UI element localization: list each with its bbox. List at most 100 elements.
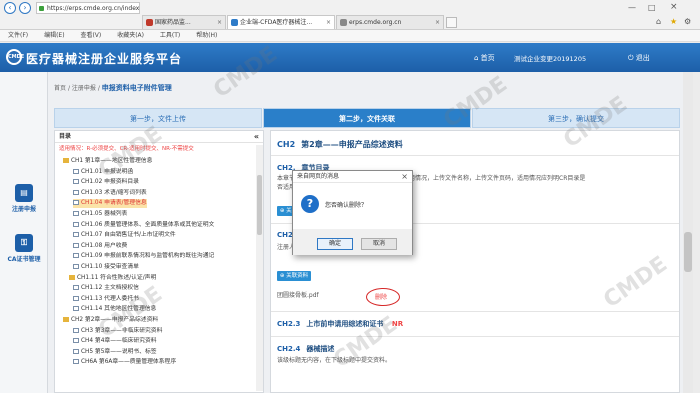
close-tab-icon[interactable]: ×: [435, 16, 440, 29]
page-scrollbar[interactable]: [683, 72, 693, 393]
breadcrumb-home[interactable]: 首页: [54, 85, 66, 92]
browser-tab-2[interactable]: 企业端-CFDA医疗器械注... ×: [227, 15, 335, 29]
menu-help[interactable]: 帮助(H): [196, 32, 217, 39]
minimize-icon[interactable]: —: [628, 3, 636, 12]
tab-step-link[interactable]: 第二步，文件关联: [263, 108, 471, 128]
directory-item[interactable]: CH1.09 申报前联系情况和与监管机构的既往沟通记: [73, 252, 214, 261]
close-tab-icon[interactable]: ×: [326, 16, 331, 29]
breadcrumb-register[interactable]: 注册申报: [72, 85, 96, 92]
tab-favicon-icon: [340, 19, 347, 26]
directory-item[interactable]: CH1.01 申报说明函: [73, 168, 133, 177]
directory-item[interactable]: CH1.03 术语/缩写词列表: [73, 189, 147, 198]
menu-edit[interactable]: 编辑(E): [44, 32, 64, 39]
back-icon[interactable]: ‹: [4, 2, 16, 14]
divider: [271, 336, 679, 337]
directory-scroll-thumb[interactable]: [257, 175, 262, 235]
sidebar-item-register[interactable]: ▤ 注册申报: [0, 184, 48, 213]
directory-item[interactable]: CH1.10 接受审查清单: [73, 263, 139, 272]
chapter-code: CH2: [277, 140, 296, 149]
directory-item[interactable]: CH1.12 主文档授权信: [73, 284, 139, 293]
divider: [271, 311, 679, 312]
current-user: 测试企业变更20191205: [514, 55, 587, 63]
sidebar-item-ca[interactable]: ⚿ CA证书管理: [0, 234, 48, 263]
address-bar[interactable]: https://erps.cmde.org.cn/index: [36, 2, 140, 14]
sidebar: ▤ 注册申报 ⚿ CA证书管理: [0, 72, 48, 393]
directory-item[interactable]: CH1.04 申请表/管理信息: [73, 199, 147, 209]
link-file-label: 关联资料: [286, 273, 309, 279]
delete-file-link[interactable]: 删除: [375, 292, 387, 301]
site-title: 医疗器械注册企业服务平台: [26, 52, 183, 66]
document-icon: [73, 327, 79, 333]
directory-item[interactable]: CH4 第4章——临床研究资料: [73, 337, 157, 346]
directory-item-label: CH1.10 接受审查清单: [81, 264, 139, 270]
close-window-icon[interactable]: ×: [670, 2, 678, 12]
collapse-icon[interactable]: «: [254, 131, 259, 143]
section-description: 该级标题无内容，在下级标题中提交资料。: [277, 357, 392, 364]
directory-item[interactable]: CH5 第5章——说明书、标签: [73, 348, 157, 357]
menu-tools[interactable]: 工具(T): [160, 32, 180, 39]
directory-item[interactable]: CH1.05 器械列表: [73, 210, 127, 219]
directory-item[interactable]: CH3 第3章——非临床研究资料: [73, 327, 162, 336]
divider: [271, 155, 679, 156]
folder-icon: [69, 274, 75, 280]
directory-item[interactable]: CH1.14 其他地区性管理信息: [73, 305, 156, 314]
header-home-link[interactable]: ⌂ 首页: [474, 53, 495, 63]
browser-tab-1[interactable]: 国家药品监... ×: [142, 15, 226, 29]
home-icon[interactable]: ⌂: [656, 17, 661, 26]
section-heading: CH2.3 上市前申请用综述和证书 NR: [277, 319, 403, 329]
logout-link[interactable]: ⏻ 退出: [628, 53, 650, 63]
link-file-button[interactable]: ⊕ 关联资料: [277, 271, 311, 281]
cmde-logo: CMDE: [6, 49, 24, 65]
menu-file[interactable]: 文件(F): [8, 32, 28, 39]
directory-item[interactable]: CH1.08 用户收费: [73, 242, 127, 251]
confirm-ok-button[interactable]: 确定: [317, 238, 353, 250]
menu-favorites[interactable]: 收藏夹(A): [117, 32, 144, 39]
favorites-icon[interactable]: ★: [670, 17, 677, 26]
section-code: CH2.3: [277, 320, 301, 328]
new-tab-button[interactable]: [446, 17, 457, 28]
linked-file-name[interactable]: 团圆接骨板.pdf: [277, 291, 319, 300]
directory-item-label: CH2 第2章——申报产品综述资料: [71, 317, 159, 323]
browser-tab-3[interactable]: erps.cmde.org.cn ×: [336, 15, 444, 29]
tab-step-upload[interactable]: 第一步，文件上传: [54, 108, 262, 128]
tab-step-submit[interactable]: 第三步，确认提交: [472, 108, 680, 128]
document-icon: [73, 359, 79, 365]
confirm-cancel-button[interactable]: 取消: [361, 238, 397, 250]
tab-label: 企业端-CFDA医疗器械注...: [240, 19, 313, 26]
directory-item-label: CH1.07 自由销售证书/上市证明文件: [81, 232, 176, 239]
directory-tree: CH1 第1章——地区性管理信息 CH1.01 申报说明函 CH1.02 申报资料目…: [55, 157, 255, 377]
directory-item[interactable]: CH1.07 自由销售证书/上市证明文件: [73, 231, 176, 240]
question-icon: ?: [301, 195, 319, 213]
directory-item[interactable]: CH1 第1章——地区性管理信息: [63, 157, 152, 166]
document-icon: [73, 179, 79, 185]
directory-item-label: CH1.03 术语/缩写词列表: [81, 189, 147, 196]
register-icon: ▤: [15, 184, 33, 202]
home-link-label: 首页: [480, 54, 495, 62]
settings-gear-icon[interactable]: ⚙: [684, 17, 691, 26]
forward-icon[interactable]: ›: [19, 2, 31, 14]
menu-view[interactable]: 查看(V): [80, 32, 101, 39]
dialog-close-icon[interactable]: ×: [401, 171, 408, 183]
ca-certificate-icon: ⚿: [15, 234, 33, 252]
directory-item[interactable]: CH1.11 符合性陈述/认证/声明: [69, 274, 156, 283]
document-icon: [73, 295, 79, 301]
directory-item-label: CH4 第4章——临床研究资料: [81, 338, 157, 345]
breadcrumb-separator: /: [67, 85, 70, 92]
directory-legend: 适用情况：R-必须提交、CR-适用时提交、NR-不需提交: [59, 146, 194, 152]
close-tab-icon[interactable]: ×: [217, 16, 222, 29]
logout-label: 退出: [635, 54, 650, 62]
directory-item-label: CH1.02 申报资料目录: [81, 179, 139, 186]
maximize-icon[interactable]: □: [648, 3, 656, 12]
directory-item[interactable]: CH2 第2章——申报产品综述资料: [63, 316, 158, 325]
directory-item[interactable]: CH1.06 质量管理体系、全面质量体系或其他证明文: [73, 221, 214, 230]
directory-scrollbar[interactable]: [256, 145, 263, 391]
directory-item[interactable]: CH6A 第6A章——质量管理体系程序: [73, 358, 176, 367]
tab-label: 国家药品监...: [155, 19, 191, 26]
document-icon: [73, 348, 79, 354]
directory-header: 目录 «: [55, 131, 263, 143]
document-icon: [73, 264, 79, 269]
page-scroll-thumb[interactable]: [684, 232, 692, 272]
directory-item[interactable]: CH1.13 代理人委托书: [73, 295, 139, 304]
document-icon: [73, 200, 79, 206]
directory-item[interactable]: CH1.02 申报资料目录: [73, 178, 139, 187]
